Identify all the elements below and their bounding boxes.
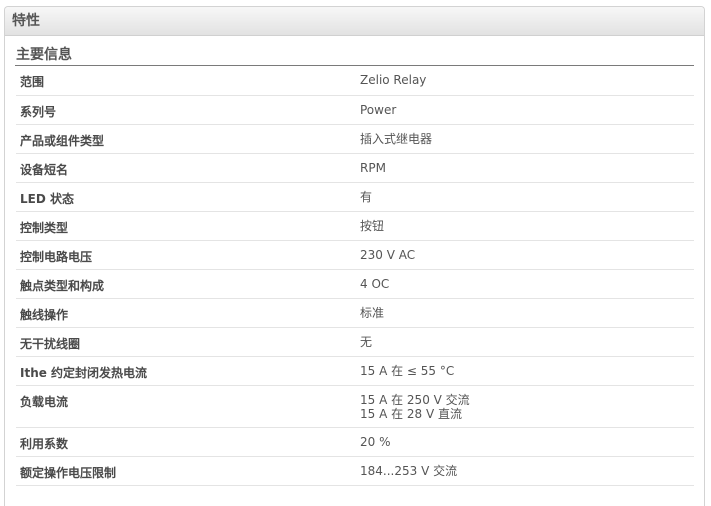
- spec-label: 触点类型和构成: [16, 269, 360, 299]
- spec-value-line: 有: [360, 189, 373, 204]
- spec-row: 控制电路电压 230 V AC: [16, 240, 694, 270]
- spec-row: 无干扰线圈无: [16, 327, 694, 357]
- spec-label: 控制类型: [16, 211, 360, 241]
- spec-value-line: Power: [360, 102, 397, 117]
- spec-value-line: Zelio Relay: [360, 73, 427, 87]
- spec-value-line: 标准: [360, 305, 385, 320]
- spec-table: 范围 Zelio Relay 系列号 Power 产品或组件类型 插入式继电器 设备短名 RP…: [16, 66, 694, 486]
- spec-value-line: 无: [360, 334, 373, 349]
- spec-value: 230 V AC: [360, 240, 694, 270]
- spec-label: 范围: [16, 66, 360, 96]
- main-info-section: 主要信息 范围 Zelio Relay 系列号 Power 产品或组件类型 插入式继电器设…: [5, 45, 704, 486]
- characteristics-panel: 特性 主要信息 范围 Zelio Relay 系列号 Power 产品或组件类型 插入式继…: [4, 6, 705, 506]
- spec-label: 设备短名: [16, 153, 360, 183]
- spec-value: 184...253 V 交流: [360, 456, 694, 486]
- spec-value-line: 20 %: [360, 434, 391, 449]
- spec-value: 4 OC: [360, 269, 694, 299]
- spec-value: Power: [360, 95, 694, 125]
- spec-label: 无干扰线圈: [16, 327, 360, 357]
- spec-row: Ithe 约定封闭发热电流 15 A 在 ≤ 55 °C: [16, 356, 694, 386]
- spec-value: 20 %: [360, 427, 694, 457]
- spec-value-line: 184...253 V 交流: [360, 463, 458, 478]
- spec-value-line: 15 A 在 28 V 直流: [360, 406, 463, 421]
- panel-header-title[interactable]: 特性: [5, 7, 704, 36]
- spec-value-line: 按钮: [360, 218, 385, 233]
- spec-row: 设备短名 RPM: [16, 153, 694, 183]
- spec-row: 触线操作 标准: [16, 298, 694, 328]
- spec-value-line: 230 V AC: [360, 247, 416, 262]
- spec-value: 无: [360, 327, 694, 357]
- spec-value: 插入式继电器: [360, 124, 694, 154]
- spec-value-line: 插入式继电器: [360, 131, 433, 146]
- spec-value: 15 A 在 ≤ 55 °C: [360, 356, 694, 386]
- spec-row: 产品或组件类型 插入式继电器: [16, 124, 694, 154]
- spec-value-line: 4 OC: [360, 276, 390, 291]
- section-title: 主要信息: [15, 45, 694, 66]
- spec-label: LED 状态: [16, 182, 360, 212]
- spec-label: 负载电流: [16, 385, 360, 428]
- spec-label: 产品或组件类型: [16, 124, 360, 154]
- spec-value-line: 15 A 在 250 V 交流: [360, 392, 470, 407]
- spec-row: 额定操作电压限制 184...253 V 交流: [16, 456, 694, 486]
- spec-label: 系列号: [16, 95, 360, 125]
- spec-row: 范围 Zelio Relay: [16, 66, 694, 96]
- spec-row: LED 状态有: [16, 182, 694, 212]
- spec-value: Zelio Relay: [360, 66, 694, 96]
- spec-row: 负载电流 15 A 在 250 V 交流 15 A 在 28 V 直流: [16, 385, 694, 428]
- spec-value-line: RPM: [360, 160, 386, 175]
- spec-label: 控制电路电压: [16, 240, 360, 270]
- spec-table-body: 范围 Zelio Relay 系列号 Power 产品或组件类型 插入式继电器 设备短名 RP…: [16, 66, 694, 486]
- spec-value: RPM: [360, 153, 694, 183]
- spec-label: 利用系数: [16, 427, 360, 457]
- spec-label: Ithe 约定封闭发热电流: [16, 356, 360, 386]
- spec-value: 标准: [360, 298, 694, 328]
- spec-value: 有: [360, 182, 694, 212]
- spec-label: 触线操作: [16, 298, 360, 328]
- spec-row: 触点类型和构成 4 OC: [16, 269, 694, 299]
- spec-row: 系列号 Power: [16, 95, 694, 125]
- spec-value: 按钮: [360, 211, 694, 241]
- spec-row: 利用系数 20 %: [16, 427, 694, 457]
- spec-value: 15 A 在 250 V 交流 15 A 在 28 V 直流: [360, 385, 694, 428]
- spec-row: 控制类型 按钮: [16, 211, 694, 241]
- spec-label: 额定操作电压限制: [16, 456, 360, 486]
- spec-value-line: 15 A 在 ≤ 55 °C: [360, 363, 455, 378]
